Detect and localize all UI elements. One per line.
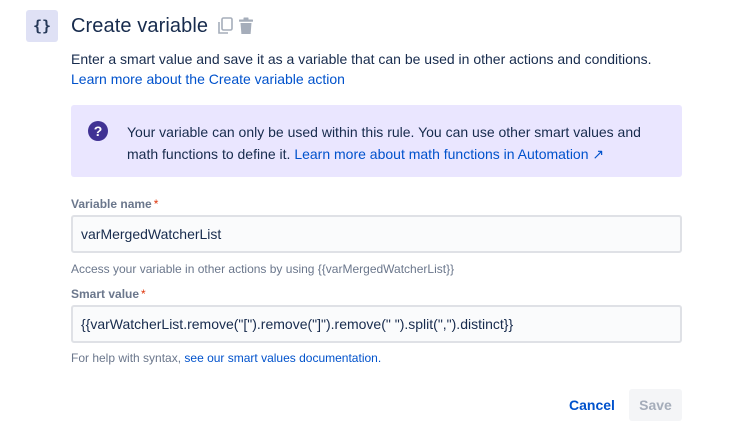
cancel-button[interactable]: Cancel xyxy=(561,389,623,421)
info-panel-text: Your variable can only be used within th… xyxy=(127,121,667,165)
header: {} Create variable xyxy=(26,10,255,42)
learn-more-math-link[interactable]: Learn more about math functions in Autom… xyxy=(294,146,604,162)
learn-more-create-variable-link[interactable]: Learn more about the Create variable act… xyxy=(71,71,345,87)
required-marker: * xyxy=(141,287,146,301)
info-panel: ? Your variable can only be used within … xyxy=(71,105,682,177)
required-marker: * xyxy=(153,197,159,211)
page-title: Create variable xyxy=(71,14,209,37)
trash-icon xyxy=(239,17,254,34)
smart-value-label: Smart value * xyxy=(71,287,146,301)
variable-name-label: Variable name * xyxy=(71,197,159,211)
copy-button[interactable] xyxy=(216,16,234,36)
copy-icon xyxy=(218,17,233,34)
variable-name-helper: Access your variable in other actions by… xyxy=(71,262,455,276)
delete-button[interactable] xyxy=(237,16,255,36)
description: Enter a smart value and save it as a var… xyxy=(71,49,686,89)
smart-value-input[interactable] xyxy=(71,305,682,343)
variable-name-input[interactable] xyxy=(71,215,682,253)
question-circle-icon: ? xyxy=(88,121,108,141)
smart-value-helper: For help with syntax, see our smart valu… xyxy=(71,351,382,365)
smart-values-docs-link[interactable]: see our smart values documentation. xyxy=(184,351,381,365)
description-text: Enter a smart value and save it as a var… xyxy=(71,51,652,67)
variable-braces-icon: {} xyxy=(26,10,58,42)
save-button[interactable]: Save xyxy=(629,389,682,421)
